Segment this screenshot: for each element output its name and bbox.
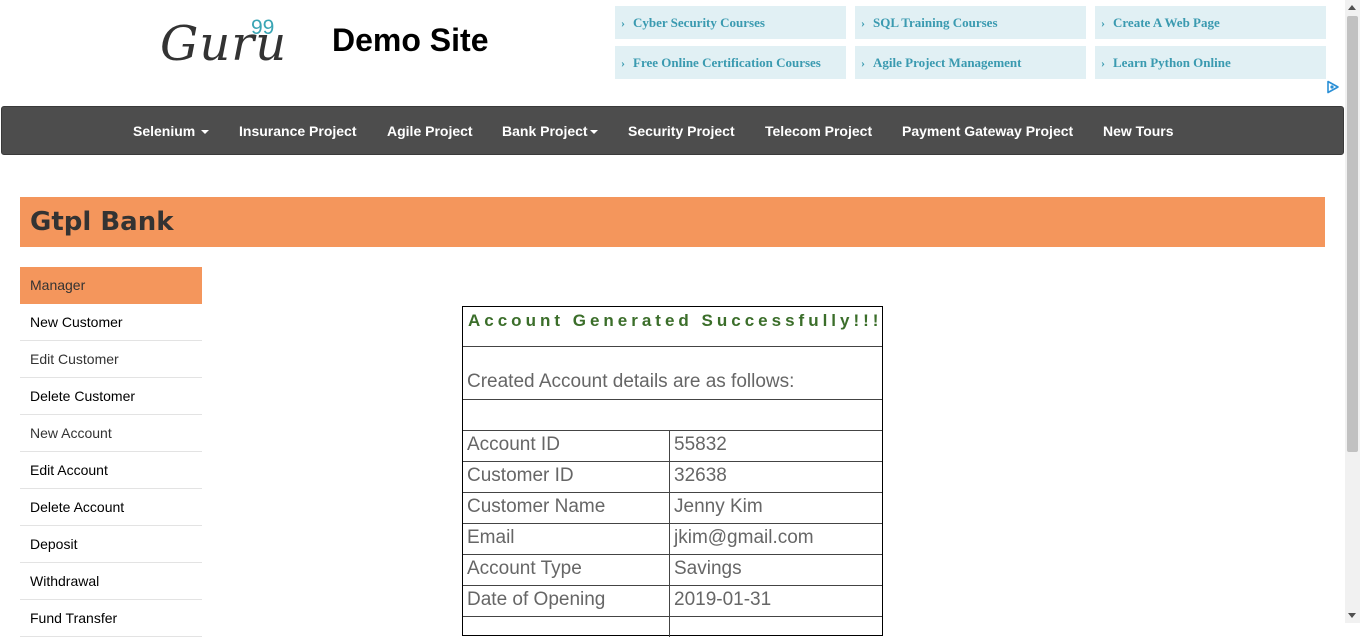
ad-link-label: Create A Web Page — [1113, 15, 1220, 30]
bank-title: Gtpl Bank — [30, 207, 174, 237]
adchoices-icon[interactable] — [1326, 80, 1340, 94]
sidebar-item-deposit[interactable]: Deposit — [20, 526, 202, 563]
sidebar-item-new-customer[interactable]: New Customer — [20, 304, 202, 341]
nav-label: Telecom Project — [765, 123, 873, 139]
nav-label: Insurance Project — [239, 123, 357, 139]
column-divider — [669, 555, 670, 585]
column-divider — [669, 493, 670, 523]
column-divider — [669, 431, 670, 461]
chevron-right-icon: › — [1101, 56, 1105, 70]
caret-down-icon — [201, 130, 210, 135]
nav-selenium-dropdown[interactable]: Selenium — [133, 107, 210, 156]
sidebar-menu: Manager New Customer Edit Customer Delet… — [20, 267, 202, 637]
email-label: Email — [467, 527, 515, 548]
account-type-label: Account Type — [467, 558, 582, 579]
column-divider — [669, 524, 670, 554]
account-id-label: Account ID — [467, 434, 560, 455]
ad-link-label: Free Online Certification Courses — [633, 55, 821, 70]
details-heading-row: Created Account details are as follows: — [463, 347, 882, 400]
sidebar-item-fund-transfer[interactable]: Fund Transfer — [20, 600, 202, 637]
column-divider — [669, 462, 670, 492]
nav-label: Bank Project — [502, 123, 588, 139]
details-heading: Created Account details are as follows: — [467, 371, 795, 392]
ad-links-panel: › Cyber Security Courses › SQL Training Co… — [615, 6, 1326, 79]
nav-label: Payment Gateway Project — [902, 123, 1074, 139]
email-value: jkim@gmail.com — [674, 527, 814, 548]
main-navbar: Selenium Insurance Project Agile Project… — [1, 106, 1344, 155]
column-divider — [669, 586, 670, 616]
caret-down-icon — [589, 130, 598, 135]
site-title: Demo Site — [332, 22, 489, 58]
spacer-row — [463, 400, 882, 431]
scroll-down-button[interactable] — [1345, 608, 1360, 623]
table-row: Account ID 55832 — [463, 431, 882, 462]
bank-banner: Gtpl Bank — [20, 197, 1325, 247]
ad-link-create-web-page[interactable]: › Create A Web Page — [1095, 6, 1326, 39]
chevron-right-icon: › — [621, 56, 625, 70]
ad-link-label: Learn Python Online — [1113, 55, 1231, 70]
ad-link-label: Agile Project Management — [873, 55, 1022, 70]
date-of-opening-label: Date of Opening — [467, 589, 606, 610]
table-row: Account Type Savings — [463, 555, 882, 586]
date-of-opening-value: 2019-01-31 — [674, 589, 772, 610]
guru99-logo[interactable]: Guru 99 — [160, 14, 290, 74]
ad-link-label: SQL Training Courses — [873, 15, 998, 30]
table-row: Customer Name Jenny Kim — [463, 493, 882, 524]
sidebar-item-edit-customer[interactable]: Edit Customer — [20, 341, 202, 378]
nav-agile-project[interactable]: Agile Project — [387, 107, 473, 156]
table-row-partial — [463, 617, 882, 637]
ad-link-label: Cyber Security Courses — [633, 15, 765, 30]
ad-link-sql-training[interactable]: › SQL Training Courses — [855, 6, 1086, 39]
scroll-up-button[interactable] — [1345, 0, 1360, 15]
chevron-right-icon: › — [1101, 16, 1105, 30]
nav-insurance-project[interactable]: Insurance Project — [239, 107, 357, 156]
account-result-table: Account Generated Successfully!!! Create… — [462, 306, 883, 637]
chevron-right-icon: › — [861, 16, 865, 30]
customer-id-value: 32638 — [674, 465, 727, 486]
arrow-down-icon — [1348, 613, 1356, 618]
sidebar-item-delete-account[interactable]: Delete Account — [20, 489, 202, 526]
account-type-value: Savings — [674, 558, 742, 579]
sidebar-item-delete-customer[interactable]: Delete Customer — [20, 378, 202, 415]
customer-name-label: Customer Name — [467, 496, 606, 517]
ad-link-learn-python[interactable]: › Learn Python Online — [1095, 46, 1326, 79]
page-scrollbar[interactable] — [1345, 0, 1360, 623]
sidebar-item-manager[interactable]: Manager — [20, 267, 202, 304]
customer-name-value: Jenny Kim — [674, 496, 763, 517]
nav-label: Security Project — [628, 123, 735, 139]
nav-security-project[interactable]: Security Project — [628, 107, 735, 156]
table-row: Email jkim@gmail.com — [463, 524, 882, 555]
logo-superscript: 99 — [251, 16, 275, 39]
nav-payment-gateway-project[interactable]: Payment Gateway Project — [902, 107, 1073, 156]
ad-link-free-certification[interactable]: › Free Online Certification Courses — [615, 46, 846, 79]
ad-link-agile-management[interactable]: › Agile Project Management — [855, 46, 1086, 79]
nav-label: Agile Project — [387, 123, 473, 139]
nav-label: New Tours — [1103, 123, 1174, 139]
sidebar-item-withdrawal[interactable]: Withdrawal — [20, 563, 202, 600]
scroll-thumb[interactable] — [1347, 16, 1358, 452]
table-row: Date of Opening 2019-01-31 — [463, 586, 882, 617]
customer-id-label: Customer ID — [467, 465, 574, 486]
nav-bank-project-dropdown[interactable]: Bank Project — [502, 107, 598, 156]
nav-telecom-project[interactable]: Telecom Project — [765, 107, 872, 156]
chevron-right-icon: › — [621, 16, 625, 30]
success-row: Account Generated Successfully!!! — [463, 307, 882, 347]
sidebar-item-edit-account[interactable]: Edit Account — [20, 452, 202, 489]
column-divider — [669, 617, 670, 637]
arrow-up-icon — [1348, 5, 1356, 10]
ad-link-cyber-security[interactable]: › Cyber Security Courses — [615, 6, 846, 39]
sidebar-item-new-account[interactable]: New Account — [20, 415, 202, 452]
success-message: Account Generated Successfully!!! — [468, 311, 883, 330]
nav-label: Selenium — [133, 123, 196, 139]
account-id-value: 55832 — [674, 434, 727, 455]
table-row: Customer ID 32638 — [463, 462, 882, 493]
chevron-right-icon: › — [861, 56, 865, 70]
nav-new-tours[interactable]: New Tours — [1103, 107, 1174, 156]
